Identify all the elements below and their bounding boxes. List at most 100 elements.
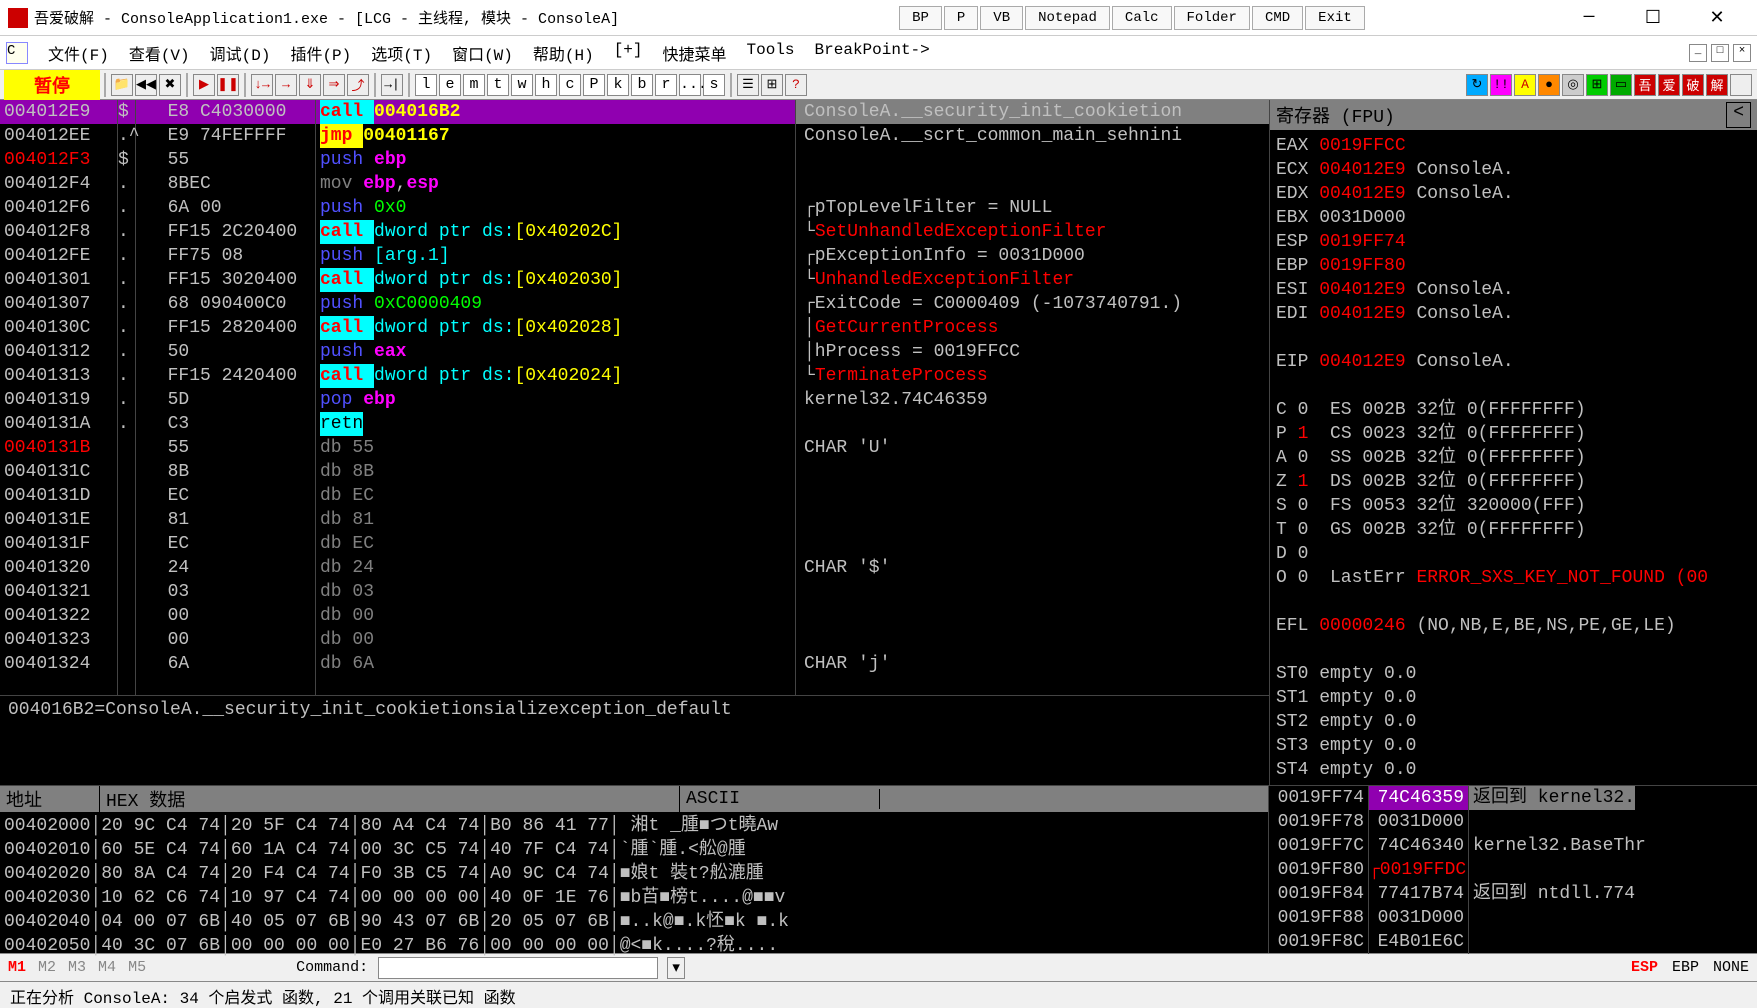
close-icon[interactable]: ✕ <box>1697 7 1737 29</box>
mdi-max-icon[interactable]: □ <box>1711 44 1729 62</box>
menu-item[interactable]: Tools <box>737 37 805 69</box>
toolbar-letter-P[interactable]: P <box>583 74 605 96</box>
menu-item[interactable]: 选项(T) <box>361 37 442 69</box>
run-icon[interactable]: ▶ <box>193 74 215 96</box>
plugin-icon-9[interactable]: 爱 <box>1658 74 1680 96</box>
left-panel: 004012E9004012EE004012F3004012F4004012F6… <box>0 100 1269 785</box>
toolbar-letter-h[interactable]: h <box>535 74 557 96</box>
cmd-button[interactable]: CMD <box>1252 6 1303 30</box>
list-icon[interactable]: ☰ <box>737 74 759 96</box>
stack-row[interactable]: 0019FF780031D000 <box>1269 810 1757 834</box>
m-button-1[interactable]: M1 <box>8 959 26 976</box>
maximize-icon[interactable]: ☐ <box>1633 7 1673 29</box>
mdi-close-icon[interactable]: × <box>1733 44 1751 62</box>
open-icon[interactable]: 📁 <box>111 74 133 96</box>
bp-button[interactable]: BP <box>899 6 942 30</box>
stack-row[interactable]: 0019FF880031D000 <box>1269 906 1757 930</box>
plugin-icon-8[interactable]: 吾 <box>1634 74 1656 96</box>
menu-item[interactable]: 查看(V) <box>119 37 200 69</box>
close-file-icon[interactable]: ✖ <box>159 74 181 96</box>
main-area: 004012E9004012EE004012F3004012F4004012F6… <box>0 100 1757 785</box>
toolbar-letter-...[interactable]: ... <box>679 74 701 96</box>
menu-item[interactable]: 帮助(H) <box>523 37 604 69</box>
pause-icon[interactable]: ❚❚ <box>217 74 239 96</box>
plugin-icon-3[interactable]: A <box>1514 74 1536 96</box>
stack-row[interactable]: 0019FF8477417B74返回到 ntdll.774 <box>1269 882 1757 906</box>
run-till-ret-icon[interactable]: ⤴ <box>347 74 369 96</box>
plugin-icon-7[interactable]: ▭ <box>1610 74 1632 96</box>
stack-body[interactable]: 0019FF7474C46359返回到 kernel32.0019FF78003… <box>1269 786 1757 954</box>
toolbar-letter-e[interactable]: e <box>439 74 461 96</box>
mdi-min-icon[interactable]: _ <box>1689 44 1707 62</box>
m-button-2[interactable]: M2 <box>38 959 56 976</box>
registers-header: 寄存器 (FPU) < <box>1270 100 1757 130</box>
m-button-3[interactable]: M3 <box>68 959 86 976</box>
trace-over-icon[interactable]: ⇒ <box>323 74 345 96</box>
step-into-icon[interactable]: ↓→ <box>251 74 273 96</box>
menu-item[interactable]: 插件(P) <box>280 37 361 69</box>
stack-row[interactable]: 0019FF80┌0019FFDC <box>1269 858 1757 882</box>
menu-item[interactable]: 快捷菜单 <box>653 37 737 69</box>
ebp-button[interactable]: EBP <box>1672 959 1699 976</box>
toolbar-letter-c[interactable]: c <box>559 74 581 96</box>
plugin-icon-10[interactable]: 破 <box>1682 74 1704 96</box>
m-button-5[interactable]: M5 <box>128 959 146 976</box>
menu-item[interactable]: BreakPoint-> <box>805 37 940 69</box>
stack-panel[interactable]: 0019FF7474C46359返回到 kernel32.0019FF78003… <box>1269 785 1757 953</box>
toolbar-letter-m[interactable]: m <box>463 74 485 96</box>
step-over-icon[interactable]: → <box>275 74 297 96</box>
none-button[interactable]: NONE <box>1713 959 1749 976</box>
plugin-icon-11[interactable]: 解 <box>1706 74 1728 96</box>
help-icon[interactable]: ? <box>785 74 807 96</box>
menu-item[interactable]: [+] <box>604 37 653 69</box>
toolbar-letter-k[interactable]: k <box>607 74 629 96</box>
registers-panel[interactable]: 寄存器 (FPU) < EAX 0019FFCCECX 004012E9 Con… <box>1269 100 1757 785</box>
minimize-icon[interactable]: — <box>1569 7 1609 29</box>
trace-into-icon[interactable]: ⇓ <box>299 74 321 96</box>
folder-button[interactable]: Folder <box>1174 6 1250 30</box>
notepad-button[interactable]: Notepad <box>1025 6 1110 30</box>
menu-item[interactable]: 窗口(W) <box>442 37 523 69</box>
toolbar-letter-r[interactable]: r <box>655 74 677 96</box>
toolbar-letter-l[interactable]: l <box>415 74 437 96</box>
exit-button[interactable]: Exit <box>1305 6 1365 30</box>
stack-row[interactable]: 0019FF8CE4B01E6C <box>1269 930 1757 954</box>
toolbar-letter-s[interactable]: s <box>703 74 725 96</box>
toolbar-right: ↻ !! A ● ◎ ⊞ ▭ 吾 爱 破 解 <box>1465 74 1753 96</box>
window-title: 吾爱破解 - ConsoleApplication1.exe - [LCG - … <box>34 7 639 28</box>
disassembly-view[interactable]: 004012E9004012EE004012F3004012F4004012F6… <box>0 100 1269 695</box>
registers-body[interactable]: EAX 0019FFCCECX 004012E9 ConsoleA.EDX 00… <box>1270 130 1757 785</box>
dump-col-hex: HEX 数据 <box>100 786 680 812</box>
menu-item[interactable]: 调试(D) <box>200 37 281 69</box>
plugin-icon-2[interactable]: !! <box>1490 74 1512 96</box>
command-dropdown-icon[interactable]: ▾ <box>667 957 685 979</box>
menu-item[interactable]: 文件(F) <box>38 37 119 69</box>
plugin-icon-12[interactable] <box>1730 74 1752 96</box>
plugin-icon-4[interactable]: ● <box>1538 74 1560 96</box>
stack-row[interactable]: 0019FF7C74C46340kernel32.BaseThr <box>1269 834 1757 858</box>
command-input[interactable] <box>378 957 658 979</box>
dump-panel[interactable]: 地址 HEX 数据 ASCII 00402000│20 9C C4 74│20 … <box>0 785 1269 953</box>
rewind-icon[interactable]: ◀◀ <box>135 74 157 96</box>
menu-app-icon[interactable]: C <box>6 42 28 64</box>
window-icon[interactable]: ⊞ <box>761 74 783 96</box>
vb-button[interactable]: VB <box>980 6 1023 30</box>
p-button[interactable]: P <box>944 6 978 30</box>
toolbar-letter-b[interactable]: b <box>631 74 653 96</box>
registers-collapse-icon[interactable]: < <box>1726 102 1751 128</box>
esp-button[interactable]: ESP <box>1631 959 1658 976</box>
plugin-icon-1[interactable]: ↻ <box>1466 74 1488 96</box>
stack-row[interactable]: 0019FF7474C46359返回到 kernel32. <box>1269 786 1757 810</box>
registers-title: 寄存器 (FPU) <box>1276 102 1395 128</box>
dump-col-addr: 地址 <box>0 786 100 812</box>
toolbar-letter-t[interactable]: t <box>487 74 509 96</box>
dump-col-ascii: ASCII <box>680 789 880 809</box>
plugin-icon-6[interactable]: ⊞ <box>1586 74 1608 96</box>
titlebar: 吾爱破解 - ConsoleApplication1.exe - [LCG - … <box>0 0 1757 36</box>
dump-body[interactable]: 00402000│20 9C C4 74│20 5F C4 74│80 A4 C… <box>0 812 1268 960</box>
m-button-4[interactable]: M4 <box>98 959 116 976</box>
goto-icon[interactable]: →| <box>381 74 403 96</box>
toolbar-letter-w[interactable]: w <box>511 74 533 96</box>
calc-button[interactable]: Calc <box>1112 6 1172 30</box>
plugin-icon-5[interactable]: ◎ <box>1562 74 1584 96</box>
